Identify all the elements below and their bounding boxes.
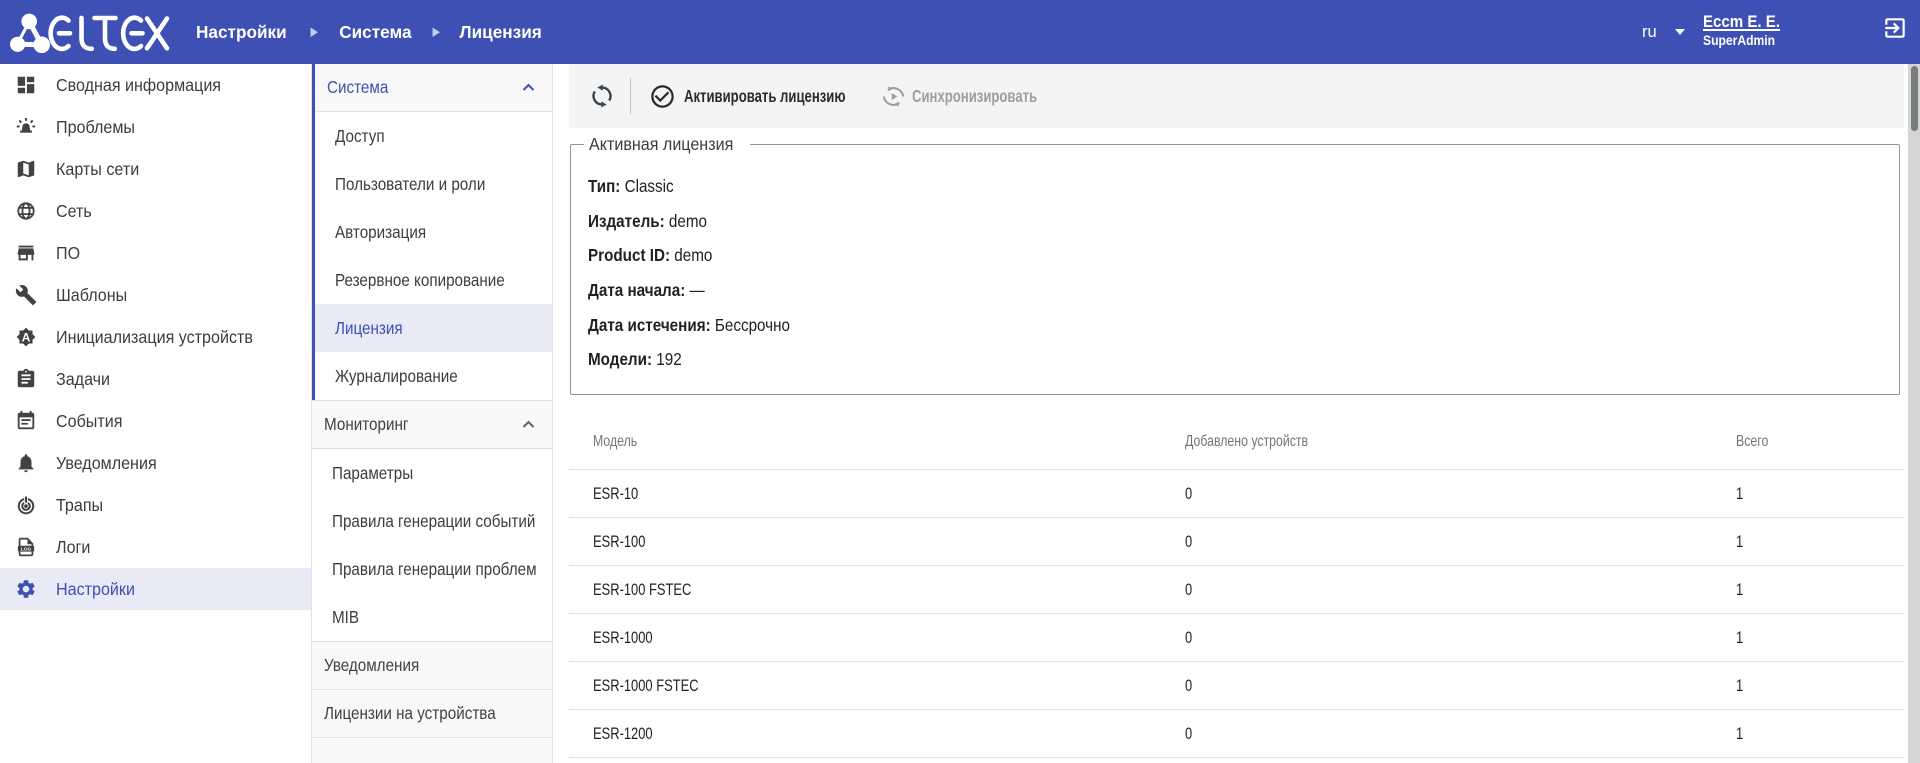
svg-text:A: A xyxy=(22,330,31,344)
svg-text:LOG: LOG xyxy=(21,547,32,553)
